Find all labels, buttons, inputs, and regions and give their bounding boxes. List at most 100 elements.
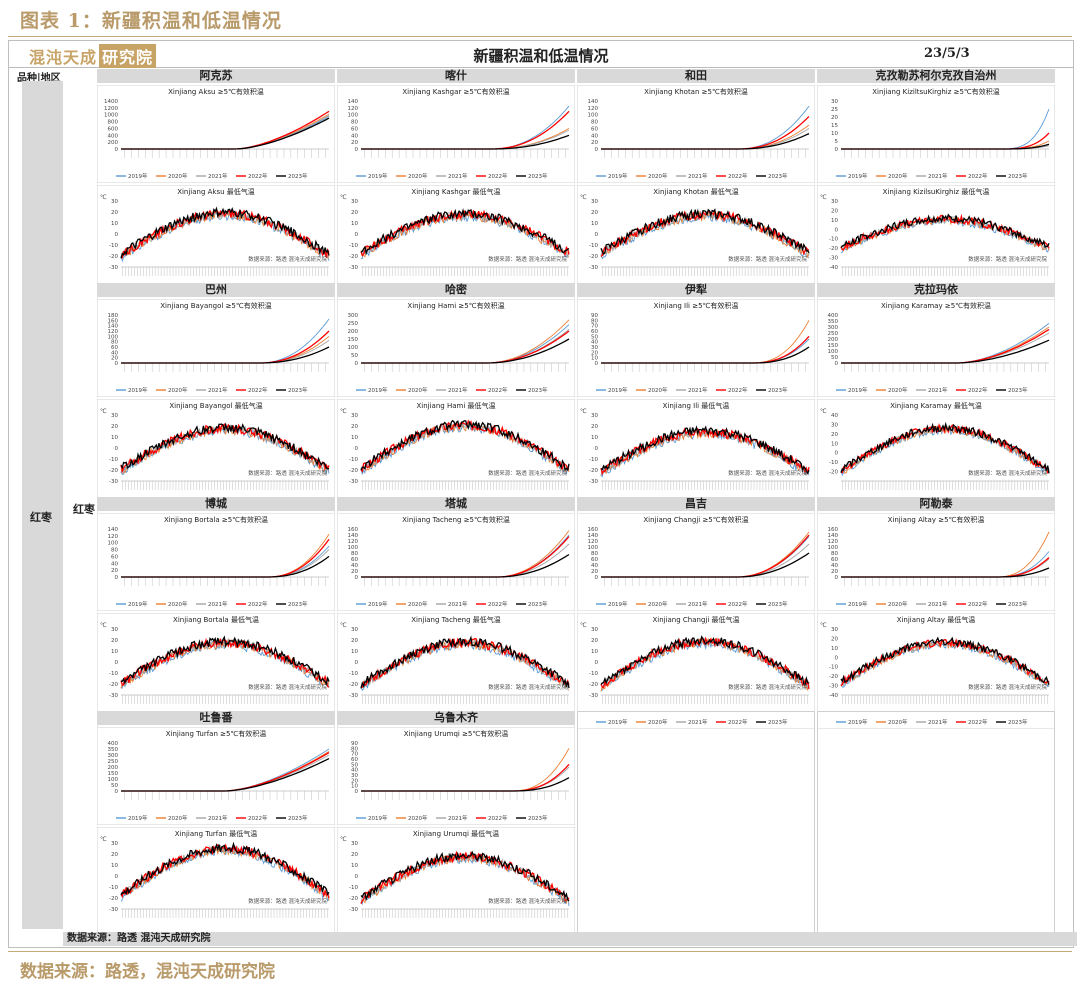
legend-label: 2020年 bbox=[408, 172, 428, 180]
chart-frame bbox=[97, 513, 335, 611]
chart-note: 数据来源：路透 混沌天成研究院 bbox=[488, 469, 567, 477]
chart-note: 数据来源：路透 混沌天成研究院 bbox=[248, 897, 327, 905]
chart-title: Xinjiang KiziltsuKirghiz ≥5℃有效积温 bbox=[872, 87, 1000, 96]
y-tick-label: 10 bbox=[111, 863, 118, 869]
y-tick-label: 10 bbox=[831, 131, 838, 137]
chart-title: Xinjiang Karamay ≥5℃有效积温 bbox=[881, 301, 991, 310]
y-tick-label: 100 bbox=[108, 541, 119, 547]
y-tick-label: -10 bbox=[109, 671, 118, 677]
legend-label: 2022年 bbox=[488, 172, 508, 180]
y-tick-label: 30 bbox=[111, 199, 118, 205]
y-tick-label: -20 bbox=[829, 246, 838, 252]
y-tick-label: 160 bbox=[108, 318, 119, 324]
y-tick-label: 0 bbox=[355, 660, 359, 666]
y-tick-label: 80 bbox=[351, 551, 358, 557]
left-column bbox=[22, 81, 63, 929]
y-tick-label: -10 bbox=[349, 885, 358, 891]
legend-label: 2021年 bbox=[928, 600, 948, 608]
y-tick-label: -10 bbox=[589, 671, 598, 677]
y-tick-label: 20 bbox=[591, 350, 598, 356]
y-tick-label: 20 bbox=[111, 210, 118, 216]
y-tick-label: 140 bbox=[108, 527, 119, 533]
legend-label: 2019年 bbox=[128, 386, 148, 394]
chart-title: Xinjiang Tacheng ≥5℃有效积温 bbox=[402, 515, 510, 524]
y-tick-label: 400 bbox=[828, 313, 839, 319]
y-tick-label: 30 bbox=[591, 627, 598, 633]
unit-label: ℃ bbox=[340, 194, 347, 201]
y-tick-label: -30 bbox=[829, 684, 838, 690]
y-tick-label: 250 bbox=[108, 759, 119, 765]
chart-note: 数据来源：路透 混沌天成研究院 bbox=[728, 255, 807, 263]
y-tick-label: 0 bbox=[835, 227, 839, 233]
unit-label: ℃ bbox=[820, 622, 827, 629]
y-tick-label: 10 bbox=[591, 435, 598, 441]
chart-note: 数据来源：路透 混沌天成研究院 bbox=[488, 897, 567, 905]
y-tick-label: 10 bbox=[111, 435, 118, 441]
chart-title: Xinjiang Tacheng 最低气温 bbox=[411, 615, 501, 624]
chart-title: Xinjiang Urumqi ≥5℃有效积温 bbox=[404, 729, 509, 738]
chart-note: 数据来源：路透 混沌天成研究院 bbox=[248, 469, 327, 477]
accumulated-temp-chart: Xinjiang Urumqi ≥5℃有效积温 01020304050607080… bbox=[337, 727, 575, 825]
y-tick-label: 80 bbox=[591, 120, 598, 126]
legend-label: 2019年 bbox=[848, 386, 868, 394]
y-tick-label: 10 bbox=[591, 356, 598, 362]
accumulated-temp-chart: Xinjiang Altay ≥5℃有效积温 020406080100120140… bbox=[817, 513, 1055, 611]
y-tick-label: 180 bbox=[108, 313, 119, 319]
legend-label: 2020年 bbox=[648, 600, 668, 608]
legend-label: 2021年 bbox=[688, 600, 708, 608]
region-header: 塔城 bbox=[337, 497, 575, 511]
y-tick-label: -10 bbox=[109, 457, 118, 463]
source-note: 数据来源：路透，混沌天成研究院 bbox=[20, 962, 275, 982]
legend-label: 2019年 bbox=[368, 600, 388, 608]
y-tick-label: 50 bbox=[351, 762, 358, 768]
y-tick-label: 10 bbox=[831, 441, 838, 447]
y-tick-label: 70 bbox=[591, 324, 598, 330]
accumulated-temp-chart: Xinjiang Bortala ≥5℃有效积温 0204060801001201… bbox=[97, 513, 335, 611]
chart-title: Xinjiang KizilsuKirghiz 最低气温 bbox=[883, 187, 990, 196]
y-tick-label: 200 bbox=[108, 140, 119, 146]
y-tick-label: -10 bbox=[349, 243, 358, 249]
chart-title: Xinjiang Altay ≥5℃有效积温 bbox=[888, 515, 985, 524]
y-tick-label: 0 bbox=[595, 446, 599, 452]
y-tick-label: 350 bbox=[828, 319, 839, 325]
legend-label: 2022年 bbox=[488, 600, 508, 608]
y-tick-label: 15 bbox=[831, 123, 838, 129]
y-tick-label: -20 bbox=[829, 470, 838, 476]
chart-title: Xinjiang Karamay 最低气温 bbox=[890, 401, 982, 410]
y-tick-label: 60 bbox=[351, 557, 358, 563]
chart-frame bbox=[817, 85, 1055, 183]
y-tick-label: 120 bbox=[588, 539, 599, 545]
y-tick-label: 20 bbox=[591, 140, 598, 146]
legend-label: 2022年 bbox=[728, 172, 748, 180]
accumulated-temp-chart: Xinjiang Turfan ≥5℃有效积温 05010015020025030… bbox=[97, 727, 335, 825]
y-tick-label: 120 bbox=[108, 534, 119, 540]
dashboard-frame: 混沌天成 研究院 新疆积温和低温情况 23/5/3 品种|地区 红枣 红枣 阿克苏… bbox=[8, 40, 1077, 948]
y-tick-label: 1000 bbox=[104, 113, 118, 119]
y-tick-label: 40 bbox=[831, 563, 838, 569]
chart-title: Xinjiang Ili ≥5℃有效积温 bbox=[654, 301, 739, 310]
y-tick-label: 100 bbox=[348, 345, 359, 351]
y-tick-label: 0 bbox=[595, 232, 599, 238]
legend-label: 2022年 bbox=[248, 814, 268, 822]
unit-label: ℃ bbox=[340, 408, 347, 415]
chart-note: 数据来源：路透 混沌天成研究院 bbox=[728, 683, 807, 691]
y-tick-label: 0 bbox=[595, 575, 599, 581]
y-tick-label: 350 bbox=[108, 747, 119, 753]
y-tick-label: 60 bbox=[831, 557, 838, 563]
y-tick-label: 30 bbox=[351, 199, 358, 205]
empty-cell bbox=[817, 711, 1055, 943]
legend-label: 2021年 bbox=[208, 386, 228, 394]
y-tick-label: 20 bbox=[111, 356, 118, 362]
y-tick-label: 60 bbox=[351, 126, 358, 132]
y-tick-label: 20 bbox=[831, 432, 838, 438]
legend-label: 2020年 bbox=[168, 386, 188, 394]
chart-title: Xinjiang Changji ≥5℃有效积温 bbox=[643, 515, 748, 524]
y-tick-label: 100 bbox=[588, 113, 599, 119]
y-tick-label: 0 bbox=[115, 147, 119, 153]
chart-note: 数据来源：路透 混沌天成研究院 bbox=[488, 683, 567, 691]
legend-label: 2019年 bbox=[608, 600, 628, 608]
chart-frame bbox=[97, 299, 335, 397]
legend-label: 2022年 bbox=[728, 600, 748, 608]
legend-label: 2023年 bbox=[288, 386, 308, 394]
y-tick-label: 30 bbox=[831, 99, 838, 105]
